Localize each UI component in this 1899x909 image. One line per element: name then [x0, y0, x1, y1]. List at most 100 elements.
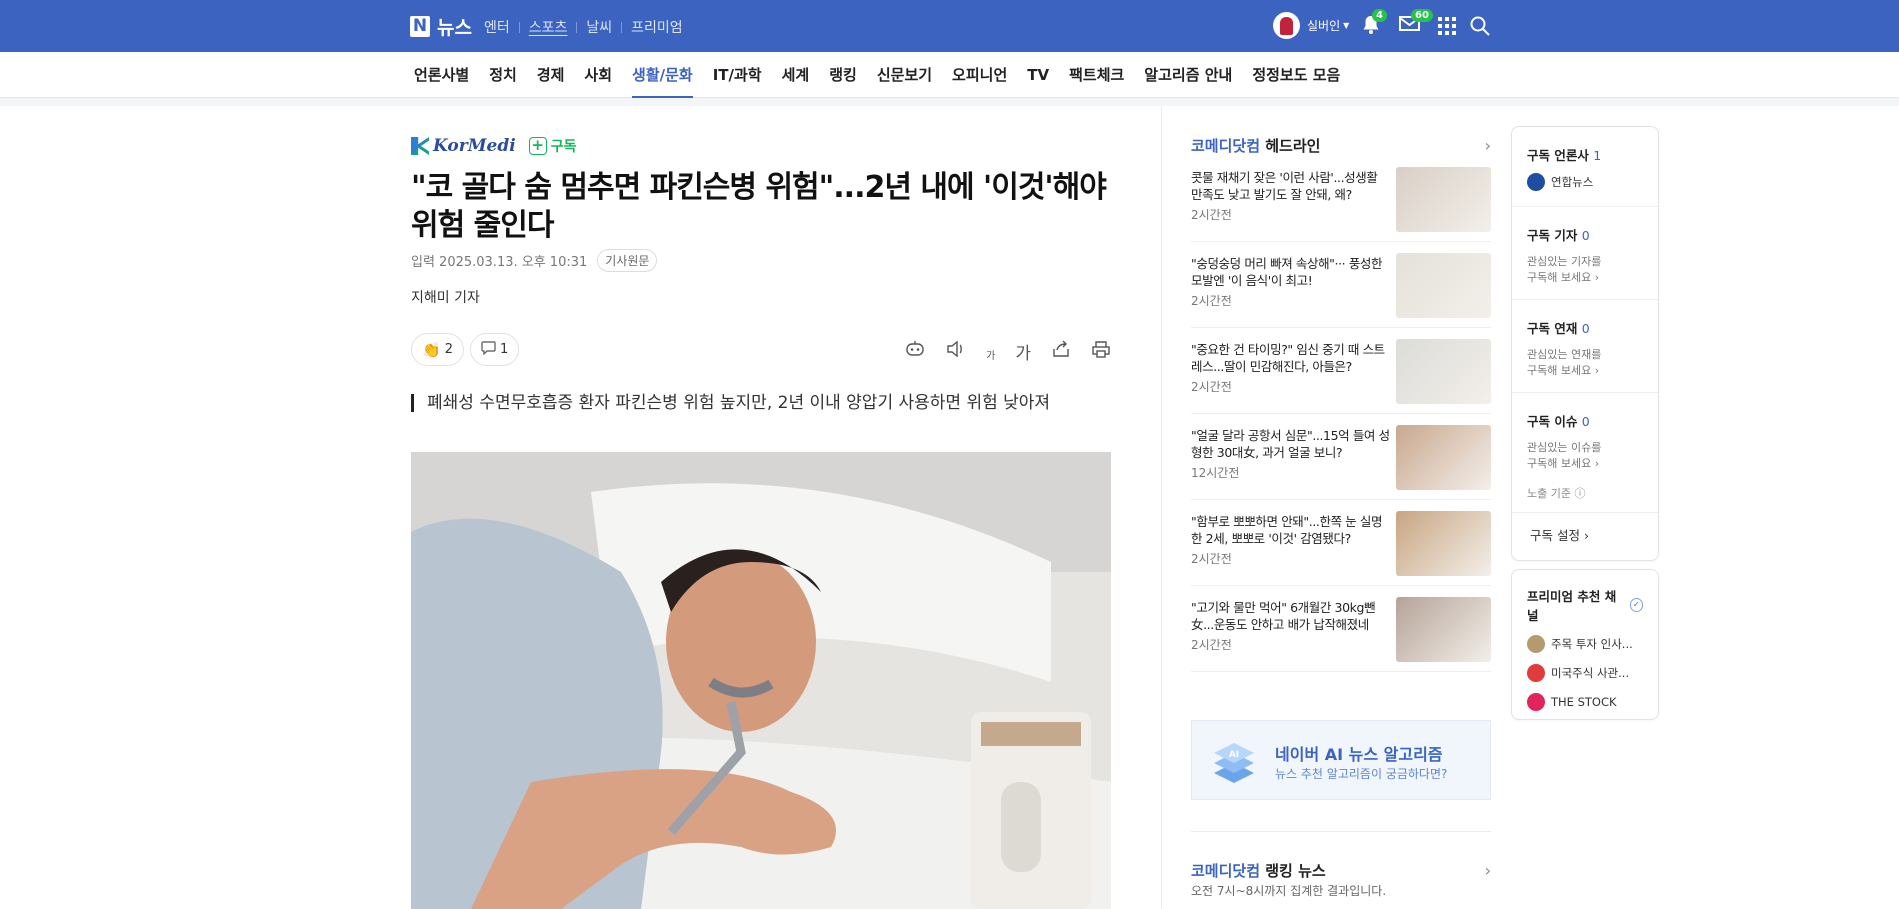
press-logo[interactable]: KorMedi	[411, 136, 516, 156]
category-tab[interactable]: 경제	[527, 52, 575, 98]
plus-icon: +	[528, 137, 547, 155]
headline-title[interactable]: "숭덩숭덩 머리 빠져 속상해"··· 풍성한 모발엔 '이 음식'이 최고!	[1191, 255, 1391, 289]
subscribed-press-count: 1	[1593, 148, 1602, 163]
category-tab[interactable]: 팩트체크	[1059, 52, 1134, 98]
headline-title[interactable]: "함부로 뽀뽀하면 안돼"...한쪽 눈 실명한 2세, 뽀뽀로 '이것' 감염…	[1191, 513, 1391, 547]
subscribe-button[interactable]: + 구독	[528, 136, 576, 156]
user-menu[interactable]: 실버인 ▼	[1273, 12, 1349, 39]
print-icon[interactable]	[1091, 340, 1111, 363]
channel-name: THE STOCK	[1551, 695, 1617, 709]
top-nav-entertainment[interactable]: 엔터	[484, 17, 510, 37]
article-tools: 가가	[884, 339, 1111, 364]
channel-avatar	[1527, 635, 1545, 653]
category-tab[interactable]: 알고리즘 안내	[1134, 52, 1242, 98]
avatar	[1273, 12, 1300, 39]
headline-item[interactable]: "함부로 뽀뽀하면 안돼"...한쪽 눈 실명한 2세, 뽀뽀로 '이것' 감염…	[1191, 500, 1491, 586]
headline-title[interactable]: "고기와 물만 먹어" 6개월간 30kg뺀 女...운동도 안하고 배가 납작…	[1191, 599, 1391, 633]
category-tab[interactable]: TV	[1017, 52, 1059, 98]
ai-algorithm-banner[interactable]: AI 네이버 AI 뉴스 알고리즘 뉴스 추천 알고리즘이 궁금하다면?	[1191, 720, 1491, 800]
naver-n-icon: N	[410, 16, 430, 37]
category-tab[interactable]: 정치	[479, 52, 527, 98]
article-meta: 입력 2025.03.13. 오후 10:31 기사원문	[411, 249, 658, 272]
top-nav-sports[interactable]: 스포츠	[529, 17, 568, 37]
subscribed-issue-heading: 구독 이슈 0	[1527, 414, 1590, 429]
summary-bot-icon[interactable]	[904, 339, 926, 364]
font-size-button[interactable]: 가가	[986, 339, 1031, 364]
reaction-bar: 👏 2 1	[411, 333, 525, 366]
series-prompt[interactable]: 관심있는 연재를 구독해 보세요 ›	[1527, 347, 1643, 392]
subscribed-press-section: 구독 언론사 1 연합뉴스	[1512, 127, 1658, 207]
notification-count-badge: 4	[1372, 9, 1387, 22]
headline-item[interactable]: "중요한 건 타이밍?" 임신 중기 때 스트레스...딸이 민감해진다, 아들…	[1191, 328, 1491, 414]
premium-channel[interactable]: 미국주식 사관...	[1527, 664, 1643, 682]
headline-title[interactable]: 콧물 재채기 잦은 '이런 사람'...성생활 만족도 낮고 발기도 잘 안돼,…	[1191, 169, 1391, 203]
speaker-icon[interactable]	[946, 340, 966, 363]
premium-channel[interactable]: THE STOCK	[1527, 693, 1643, 711]
subscription-settings-link[interactable]: 구독 설정 ›	[1512, 513, 1658, 560]
headline-thumbnail[interactable]	[1396, 167, 1491, 232]
category-tab[interactable]: 세계	[772, 52, 820, 98]
category-nav: 언론사별 정치 경제 사회 생활/문화 IT/과학 세계 랭킹 신문보기 오피니언 TV 팩트체크 알고…	[0, 52, 1899, 98]
headline-item[interactable]: "고기와 물만 먹어" 6개월간 30kg뺀 女...운동도 안하고 배가 납작…	[1191, 586, 1491, 672]
premium-heading: 프리미엄 추천 채널 ✓	[1527, 586, 1643, 624]
headline-item[interactable]: "숭덩숭덩 머리 빠져 속상해"··· 풍성한 모발엔 '이 음식'이 최고! 2…	[1191, 242, 1491, 328]
category-tab[interactable]: 생활/문화	[622, 52, 703, 98]
issue-prompt[interactable]: 관심있는 이슈를 구독해 보세요 ›	[1527, 440, 1643, 485]
top-nav-premium[interactable]: 프리미엄	[631, 17, 683, 37]
headline-thumbnail[interactable]	[1396, 511, 1491, 576]
top-nav: 엔터 스포츠 날씨 프리미엄	[484, 17, 683, 37]
like-button[interactable]: 👏 2	[411, 333, 464, 366]
headline-thumbnail[interactable]	[1396, 597, 1491, 662]
subscribed-reporter-section: 구독 기자 0 관심있는 기자를 구독해 보세요 ›	[1512, 207, 1658, 300]
headline-item[interactable]: "얼굴 달라 공항서 심문"...15억 들여 성형한 30대女, 과거 얼굴 …	[1191, 414, 1491, 500]
subscribed-press-item[interactable]: 연합뉴스	[1527, 173, 1643, 206]
headline-section-header[interactable]: 코메디닷컴 헤드라인 ›	[1191, 135, 1491, 156]
ranking-section-header[interactable]: 코메디닷컴 랭킹 뉴스 ›	[1191, 860, 1491, 881]
like-count: 2	[444, 342, 453, 357]
yonhap-logo-icon	[1527, 173, 1545, 191]
press-header: KorMedi + 구독	[411, 136, 576, 156]
category-tab[interactable]: 언론사별	[404, 52, 479, 98]
category-tab[interactable]: IT/과학	[703, 52, 772, 98]
mail-icon[interactable]: 60	[1399, 9, 1433, 36]
category-tab[interactable]: 정정보도 모음	[1242, 52, 1350, 98]
reporter-prompt[interactable]: 관심있는 기자를 구독해 보세요 ›	[1527, 254, 1643, 299]
press-name: KorMedi	[433, 136, 516, 156]
headline-thumbnail[interactable]	[1396, 425, 1491, 490]
headline-line-2: 위험 줄인다	[411, 208, 554, 243]
reporter-name[interactable]: 지해미 기자	[411, 287, 480, 307]
subscribed-series-section: 구독 연재 0 관심있는 연재를 구독해 보세요 ›	[1512, 300, 1658, 393]
category-tab[interactable]: 랭킹	[819, 52, 867, 98]
headline-thumbnail[interactable]	[1396, 339, 1491, 404]
category-tab[interactable]: 신문보기	[867, 52, 942, 98]
comment-icon	[481, 340, 496, 359]
subscribed-issue-section: 구독 이슈 0 관심있는 이슈를 구독해 보세요 ›	[1512, 393, 1658, 485]
headline-title[interactable]: "중요한 건 타이밍?" 임신 중기 때 스트레스...딸이 민감해진다, 아들…	[1191, 341, 1391, 375]
info-icon: ⓘ	[1574, 487, 1586, 500]
ranking-press-name: 코메디닷컴	[1191, 862, 1261, 880]
original-article-button[interactable]: 기사원문	[597, 249, 658, 272]
kormedi-logo-icon	[411, 137, 429, 155]
article-photo[interactable]	[411, 452, 1111, 909]
headline-time: 2시간전	[1191, 380, 1232, 394]
headline-title[interactable]: "얼굴 달라 공항서 심문"...15억 들여 성형한 30대女, 과거 얼굴 …	[1191, 427, 1391, 461]
ai-stack-icon: AI	[1214, 743, 1254, 783]
verified-icon: ✓	[1629, 598, 1643, 612]
exposure-criteria[interactable]: 노출 기준 ⓘ	[1512, 485, 1658, 513]
headline-thumbnail[interactable]	[1396, 253, 1491, 318]
search-icon[interactable]	[1470, 16, 1490, 40]
bell-icon[interactable]: 4	[1362, 9, 1387, 39]
headline-line-1: "코 골다 숨 멈추면 파킨슨병 위험"...2년 내에 '이것'해야	[411, 170, 1107, 205]
share-icon[interactable]	[1051, 340, 1071, 363]
section-press-name: 코메디닷컴	[1191, 137, 1261, 155]
headline-item[interactable]: 콧물 재채기 잦은 '이런 사람'...성생활 만족도 낮고 발기도 잘 안돼,…	[1191, 156, 1491, 242]
article-summary: 폐쇄성 수면무호흡증 환자 파킨슨병 위험 높지만, 2년 이내 양압기 사용하…	[411, 394, 1050, 412]
comment-button[interactable]: 1	[469, 333, 520, 366]
subscription-card: 구독 언론사 1 연합뉴스 구독 기자 0 관심있는 기자를 구독해 보세요 › …	[1511, 126, 1659, 561]
naver-news-logo[interactable]: N 뉴스	[410, 13, 472, 40]
category-tab[interactable]: 오피니언	[942, 52, 1017, 98]
top-nav-weather[interactable]: 날씨	[586, 17, 612, 37]
premium-channel[interactable]: 주목 투자 인사...	[1527, 635, 1643, 653]
apps-grid-icon[interactable]	[1438, 17, 1456, 39]
category-tab[interactable]: 사회	[574, 52, 622, 98]
